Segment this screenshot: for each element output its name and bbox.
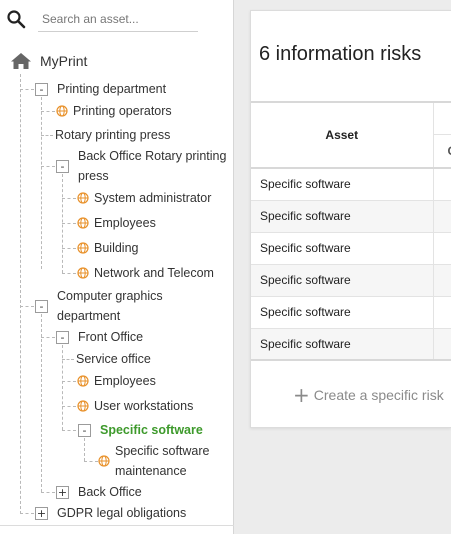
tree-connector	[20, 89, 34, 90]
tree-node-printing-department[interactable]: Printing department	[57, 81, 166, 97]
tree-node-user-workstations[interactable]: User workstations	[94, 398, 193, 414]
toggle-specific-software[interactable]: -	[78, 424, 91, 437]
tree-node-gdpr[interactable]: GDPR legal obligations	[57, 505, 186, 521]
column-header-group	[433, 101, 451, 135]
table-row[interactable]: Specific software	[251, 168, 451, 201]
tree-node-computer-graphics[interactable]: Computer graphics department	[57, 286, 197, 326]
tree-node-employees-front[interactable]: Employees	[94, 373, 156, 389]
risks-table: Asset C Specific software Specific softw…	[251, 101, 451, 361]
search-input[interactable]	[38, 6, 198, 32]
table-row[interactable]: Specific software	[251, 328, 451, 361]
page-title: 6 information risks	[259, 43, 422, 65]
risks-panel: 6 information risks Asset C Specific sof…	[250, 10, 451, 428]
table-cell	[433, 328, 451, 361]
toggle-gdpr[interactable]: +	[35, 507, 48, 520]
tree-connector	[62, 359, 74, 360]
toggle-front-office[interactable]: -	[56, 331, 69, 344]
tree-root-label: MyPrint	[40, 53, 88, 69]
tree-connector	[62, 223, 76, 224]
tree-connector	[41, 166, 55, 167]
table-cell	[433, 232, 451, 265]
table-row[interactable]: Specific software	[251, 232, 451, 265]
asset-cell: Specific software	[251, 168, 434, 201]
asset-tree-sidebar: MyPrint - Printing department Printing o…	[0, 0, 234, 534]
globe-icon	[98, 455, 110, 467]
tree-connector	[20, 306, 34, 307]
tree-connector	[41, 111, 55, 112]
table-cell	[433, 296, 451, 329]
search-icon	[7, 10, 26, 29]
globe-icon	[77, 217, 89, 229]
tree-connector	[62, 198, 76, 199]
tree-connector	[20, 74, 21, 514]
asset-cell: Specific software	[251, 328, 434, 361]
globe-icon	[77, 267, 89, 279]
tree-connector	[41, 135, 53, 136]
tree-node-building[interactable]: Building	[94, 240, 138, 256]
tree-node-printing-operators[interactable]: Printing operators	[73, 103, 172, 119]
tree-connector	[41, 337, 55, 338]
column-header-sub[interactable]: C	[433, 134, 451, 169]
tree-connector	[84, 461, 98, 462]
tree-node-rotary-printing-press[interactable]: Rotary printing press	[55, 127, 170, 143]
tree-node-specific-software-maintenance[interactable]: Specific software maintenance	[115, 441, 225, 481]
globe-icon	[77, 242, 89, 254]
plus-icon: +	[293, 383, 310, 407]
globe-icon	[77, 400, 89, 412]
create-specific-risk-button[interactable]: + Create a specific risk	[293, 383, 444, 407]
asset-cell: Specific software	[251, 264, 434, 297]
tree-node-service-office[interactable]: Service office	[76, 351, 151, 367]
tree-connector	[41, 314, 42, 492]
globe-icon	[77, 375, 89, 387]
home-icon	[11, 53, 31, 69]
tree-root[interactable]: MyPrint	[10, 50, 87, 72]
table-row[interactable]: Specific software	[251, 296, 451, 329]
asset-cell: Specific software	[251, 296, 434, 329]
table-cell	[433, 264, 451, 297]
table-cell	[433, 200, 451, 233]
toggle-computer-graphics[interactable]: -	[35, 300, 48, 313]
tree-connector	[62, 248, 76, 249]
asset-search	[6, 6, 198, 32]
tree-connector	[62, 345, 63, 430]
tree-connector	[41, 492, 55, 493]
asset-cell: Specific software	[251, 232, 434, 265]
tree-node-employees[interactable]: Employees	[94, 215, 156, 231]
tree-connector	[62, 273, 76, 274]
sidebar-divider	[0, 525, 234, 526]
tree-connector	[62, 381, 76, 382]
table-row[interactable]: Specific software	[251, 264, 451, 297]
tree-connector	[62, 406, 76, 407]
tree-node-back-office-rotary[interactable]: Back Office Rotary printing press	[78, 146, 228, 186]
create-risk-label: Create a specific risk	[313, 387, 444, 403]
table-row[interactable]: Specific software	[251, 200, 451, 233]
tree-node-front-office[interactable]: Front Office	[78, 329, 143, 345]
toggle-back-office[interactable]: +	[56, 486, 69, 499]
tree-connector	[20, 513, 34, 514]
toggle-back-office-rotary[interactable]: -	[56, 160, 69, 173]
globe-icon	[56, 105, 68, 117]
tree-node-specific-software[interactable]: Specific software	[100, 422, 203, 438]
table-cell	[433, 168, 451, 201]
tree-connector	[41, 97, 42, 269]
tree-node-system-administrator[interactable]: System administrator	[94, 190, 211, 206]
globe-icon	[77, 192, 89, 204]
asset-cell: Specific software	[251, 200, 434, 233]
column-header-asset[interactable]: Asset	[251, 101, 434, 169]
tree-connector	[62, 430, 76, 431]
toggle-printing-department[interactable]: -	[35, 83, 48, 96]
tree-node-back-office[interactable]: Back Office	[78, 484, 142, 500]
tree-connector	[84, 438, 85, 461]
tree-node-network-telecom[interactable]: Network and Telecom	[94, 265, 214, 281]
